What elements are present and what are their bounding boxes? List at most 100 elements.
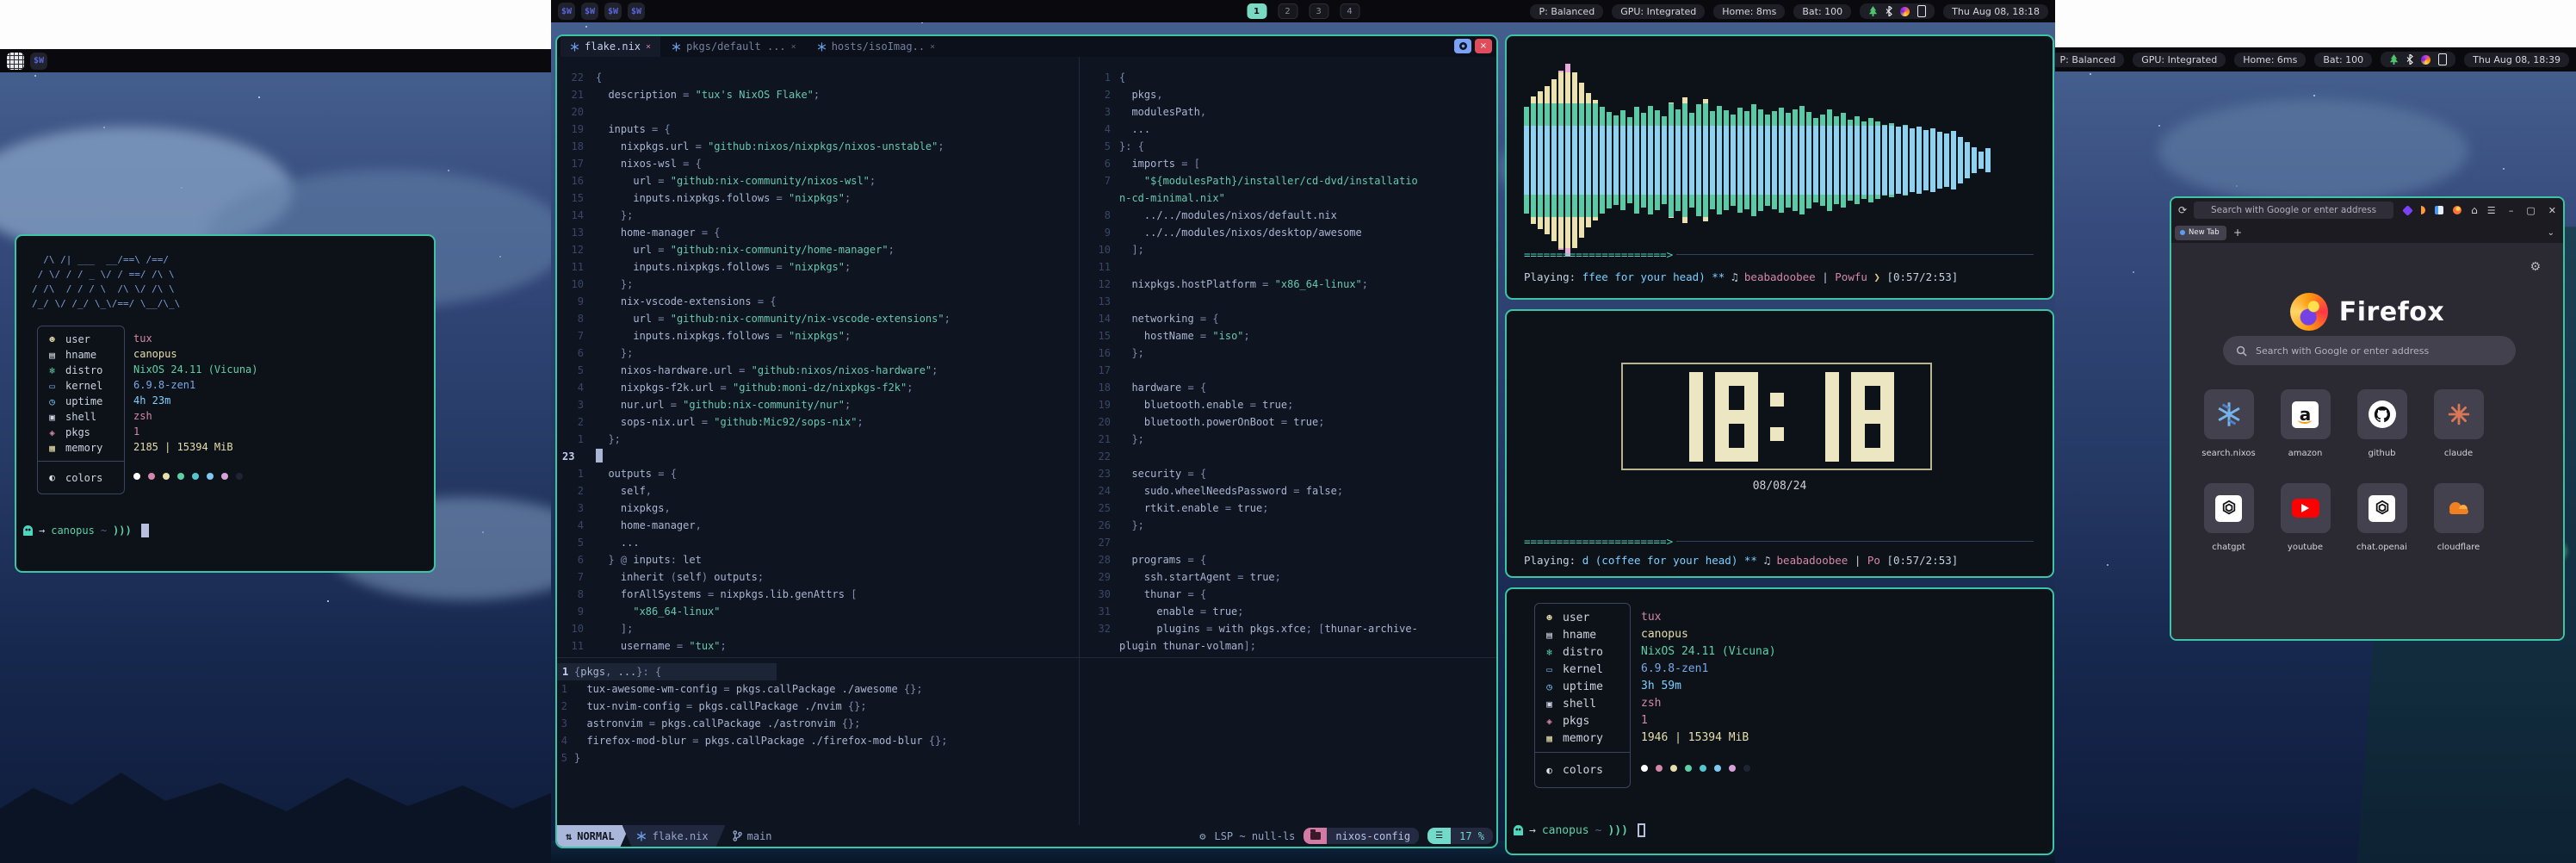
newtab-search-input[interactable]: Search with Google or enter address (2223, 336, 2516, 365)
home-icon[interactable]: ⌂ (2471, 204, 2478, 216)
editor-tab-pkgs-default-[interactable]: pkgs/default ...× (662, 36, 806, 57)
fetch-label: colors (65, 472, 102, 484)
bluetooth-icon[interactable] (2406, 54, 2413, 65)
line-number: 14 (557, 207, 596, 224)
editor-tab-flake-nix[interactable]: flake.nix× (560, 36, 660, 57)
maximize-button[interactable]: ▢ (2526, 205, 2535, 216)
terminal-fastfetch-right[interactable]: ☻user▤hname❄distro▭kernel◷uptime▣shell◈p… (1505, 587, 2054, 855)
workspace-2[interactable]: 2 (1278, 3, 1297, 19)
terminal-cava[interactable]: ======================> Playing: ffee fo… (1505, 34, 2054, 300)
extension-shield-icon[interactable] (2435, 206, 2443, 214)
nix-icon[interactable] (2204, 389, 2254, 439)
status-pill-p[interactable]: P: Balanced (2055, 53, 2124, 67)
tab-close-icon[interactable]: × (930, 42, 935, 52)
editor-pane-default-nix[interactable]: 1{pkgs, ...}: {1 tux-awesome-wm-config =… (557, 663, 1496, 767)
new-tab-button[interactable]: + (2233, 227, 2242, 239)
bluetooth-icon[interactable] (1886, 6, 1892, 16)
minimize-button[interactable]: – (2509, 205, 2514, 216)
status-pill-gpu[interactable]: GPU: Integrated (1612, 4, 1705, 19)
buffer-pick-button[interactable] (1454, 39, 1471, 53)
url-bar[interactable]: Search with Google or enter address (2194, 202, 2393, 219)
wezterm-icon[interactable]: $W (581, 3, 598, 20)
wezterm-icon[interactable]: $W (558, 3, 575, 20)
extension-purple-icon[interactable] (2402, 205, 2413, 216)
horizontal-split[interactable] (557, 657, 1496, 658)
fetch-label: pkgs (65, 426, 90, 438)
tab-close-icon[interactable]: × (791, 42, 796, 52)
status-pill-bat[interactable]: Bat: 100 (1793, 4, 1851, 19)
amazon-icon[interactable]: a (2281, 389, 2331, 439)
openai-icon[interactable] (2357, 483, 2407, 533)
phone-icon[interactable] (1917, 5, 1926, 17)
github-icon[interactable] (2357, 389, 2407, 439)
newtab-settings-gear-icon[interactable]: ⚙ (2530, 260, 2541, 274)
media-player-icon[interactable] (1900, 7, 1910, 16)
visualizer-bar (1662, 116, 1667, 204)
workspace-3[interactable]: 3 (1309, 3, 1328, 19)
menu-icon[interactable]: ☰ (2487, 205, 2496, 216)
dial-github[interactable]: github (2356, 389, 2407, 458)
code-text: "${modulesPath}/installer/cd-dvd/install… (1119, 172, 1418, 189)
terminal-fastfetch-left[interactable]: /\ /| ___ __/==\ /==/ / \/ / / _ \/ / ==… (15, 234, 436, 573)
status-pill-home[interactable]: Home: 8ms (1713, 4, 1785, 19)
project-pill[interactable]: nixos-config (1303, 828, 1419, 844)
workspace-1[interactable]: 1 (1247, 3, 1266, 19)
line-number: 21 (557, 86, 596, 103)
extension-orange-icon[interactable] (2421, 206, 2425, 214)
dial-amazon[interactable]: aamazon (2280, 389, 2331, 458)
dial-claude[interactable]: claude (2433, 389, 2484, 458)
launcher-grid-icon[interactable] (7, 53, 24, 70)
terminal-clock[interactable]: 08/08/24 ======================> Playing… (1505, 309, 2054, 578)
visualizer-bar (1951, 131, 1956, 189)
claude-icon[interactable] (2434, 389, 2484, 439)
code-line: 17 nixos-wsl = { (557, 155, 1079, 172)
line-number: 2 (557, 698, 574, 715)
tab-new-tab[interactable]: New Tab (2175, 226, 2226, 240)
list-tabs-button[interactable]: ⌄ (2548, 228, 2560, 238)
shell-prompt[interactable]: →canopus~))) (1514, 823, 1645, 837)
tab-close-icon[interactable]: × (646, 42, 651, 52)
dial-search-nixos[interactable]: search.nixos (2203, 389, 2254, 458)
color-dot (1729, 765, 1736, 772)
clock-pill[interactable]: Thu Aug 08, 18:18 (1943, 4, 2048, 19)
fetch-value: 2185 | 15394 MiB (133, 439, 258, 455)
neovim-window[interactable]: flake.nix×pkgs/default ...×hosts/isoImag… (555, 34, 1498, 848)
wezterm-icon[interactable]: $W (628, 3, 645, 20)
workspace-4[interactable]: 4 (1340, 3, 1359, 19)
status-pill-bat[interactable]: Bat: 100 (2314, 53, 2372, 67)
code-text: {pkgs, ...}: { (574, 663, 661, 680)
prompt-chevrons: ))) (113, 525, 132, 537)
close-button[interactable]: ✕ (2548, 205, 2556, 216)
openai-icon[interactable] (2204, 483, 2254, 533)
cloudflare-icon[interactable] (2434, 483, 2484, 533)
extension-fox-icon[interactable] (2453, 206, 2461, 214)
firefox-window[interactable]: ⟳ Search with Google or enter address ⌂ … (2170, 196, 2565, 641)
wezterm-icon[interactable]: $W (604, 3, 622, 20)
buffer-close-button[interactable]: × (1475, 39, 1492, 53)
editor-tab-hosts-isoImag-[interactable]: hosts/isoImag..× (808, 36, 944, 57)
editor-pane-isoimage[interactable]: 1{2 pkgs,3 modulesPath,4 ...5}: {6 impor… (1080, 69, 1496, 655)
wezterm-icon[interactable]: $W (30, 53, 47, 70)
status-pill-gpu[interactable]: GPU: Integrated (2133, 53, 2226, 67)
youtube-icon[interactable] (2281, 483, 2331, 533)
prompt-arrow: → (39, 525, 45, 537)
code-line: 5 ... (557, 534, 1079, 551)
dial-chatgpt[interactable]: chatgpt (2203, 483, 2254, 552)
memory-icon: ▦ (46, 443, 58, 454)
dial-cloudflare[interactable]: cloudflare (2433, 483, 2484, 552)
network-tree-icon[interactable] (1868, 6, 1878, 16)
shell-prompt[interactable]: →canopus~))) (23, 524, 149, 537)
phone-icon[interactable] (2438, 53, 2447, 65)
code-line: 26 }; (1080, 517, 1496, 534)
dial-chat-openai[interactable]: chat.openai (2356, 483, 2407, 552)
editor-pane-flake[interactable]: 22{21 description = "tux's NixOS Flake";… (557, 69, 1079, 655)
media-player-icon[interactable] (2421, 55, 2430, 65)
line-number: 2 (557, 482, 596, 500)
status-pill-home[interactable]: Home: 6ms (2234, 53, 2306, 67)
clock-pill[interactable]: Thu Aug 08, 18:39 (2464, 53, 2569, 67)
refresh-icon[interactable]: ⟳ (2178, 204, 2187, 216)
network-tree-icon[interactable] (2389, 54, 2399, 65)
code-text: forAllSystems = nixpkgs.lib.genAttrs [ (596, 586, 857, 603)
dial-youtube[interactable]: youtube (2280, 483, 2331, 552)
status-pill-p[interactable]: P: Balanced (1530, 4, 1603, 19)
